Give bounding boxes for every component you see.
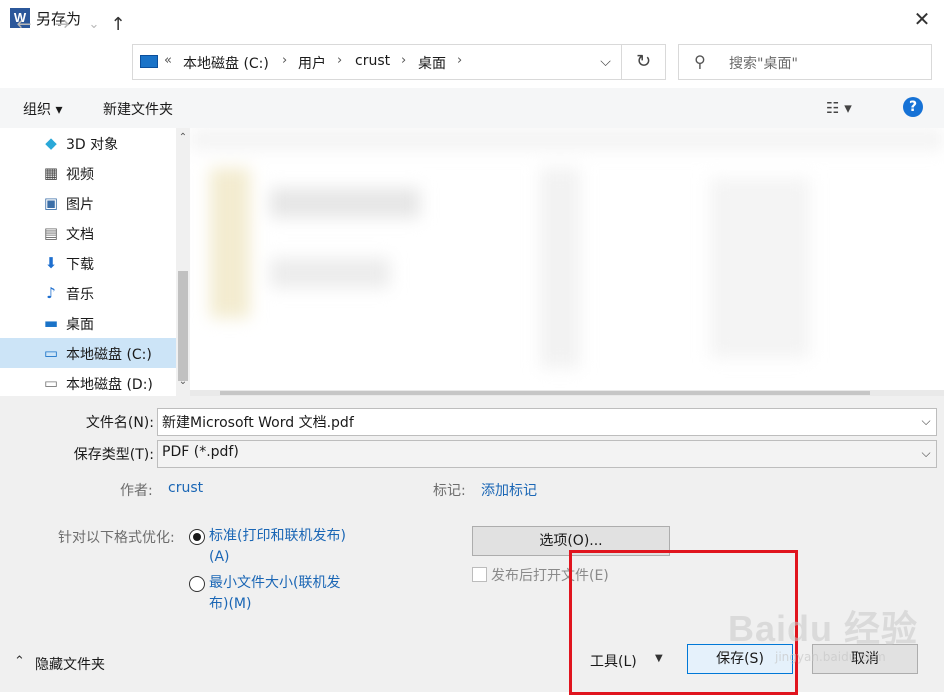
breadcrumb-item-desktop[interactable]: 桌面 (418, 53, 446, 73)
breadcrumb-item-crust[interactable]: crust (355, 53, 390, 69)
search-placeholder: 搜索"桌面" (729, 56, 798, 72)
sidebar-item[interactable]: ▬ 桌面 (0, 308, 176, 338)
navigation-pane: ◆ 3D 对象 ▦ 视频 ▣ 图片 ▤ 文档 ⬇ 下载 ♪ 音乐 ▬ 桌面 ▭ 本地磁盘 (C:) ▭ 本地磁盘 … (0, 128, 176, 396)
filetype-select[interactable] (157, 440, 937, 468)
open-after-publish-checkbox[interactable] (472, 567, 487, 582)
sidebar-item-label: 图片 (66, 197, 94, 213)
sidebar-item[interactable]: ▤ 文档 (0, 218, 176, 248)
breadcrumb-separator-icon[interactable]: › (282, 53, 287, 68)
document-icon: ▤ (43, 224, 59, 242)
sidebar-item-label: 文档 (66, 227, 94, 243)
watermark-url: jingyan.baidu.com (775, 650, 886, 664)
search-icon: ⚲ (694, 52, 706, 71)
scrollbar-thumb[interactable] (220, 391, 870, 395)
organize-menu-button[interactable]: 组织 ▾ (23, 99, 62, 119)
sidebar-item[interactable]: ▭ 本地磁盘 (C:) (0, 338, 176, 368)
radio-standard[interactable] (189, 529, 205, 545)
sidebar-item-label: 3D 对象 (66, 137, 119, 153)
sidebar-item[interactable]: ◆ 3D 对象 (0, 128, 176, 158)
drive-icon: ▭ (43, 374, 59, 392)
optimize-for-label: 针对以下格式优化: (58, 530, 175, 546)
filetype-dropdown-icon[interactable]: ⌵ (916, 446, 936, 461)
navigation-pane-scrollbar[interactable]: ⌃ ⌄ (176, 128, 190, 396)
breadcrumb-separator-icon[interactable]: › (337, 53, 342, 68)
sidebar-item-label: 音乐 (66, 287, 94, 303)
help-icon[interactable]: ? (903, 97, 923, 117)
file-list-blurred[interactable] (190, 128, 944, 396)
music-note-icon: ♪ (46, 284, 56, 302)
windows-drive-icon: ▭ (43, 344, 59, 362)
cube-icon: ◆ (45, 134, 57, 152)
option-standard-line2[interactable]: (A) (209, 546, 230, 568)
forward-arrow-icon[interactable]: → (50, 12, 74, 38)
title-bar (0, 0, 944, 38)
tags-label: 标记: (433, 483, 466, 499)
breadcrumb-item-users[interactable]: 用户 (298, 53, 326, 73)
computer-icon (140, 55, 158, 68)
search-input[interactable] (678, 44, 932, 80)
breadcrumb-separator-icon[interactable]: › (401, 53, 406, 68)
filename-value[interactable]: 新建Microsoft Word 文档.pdf (162, 412, 354, 432)
scroll-up-icon[interactable]: ⌃ (176, 132, 190, 143)
breadcrumb-overflow-icon[interactable]: « (164, 53, 172, 68)
desktop-icon: ▬ (43, 314, 59, 332)
sidebar-item-label: 视频 (66, 167, 94, 183)
option-minimum-line1[interactable]: 最小文件大小(联机发 (209, 572, 340, 594)
author-label: 作者: (120, 483, 153, 499)
filetype-label: 保存类型(T): (73, 447, 154, 463)
sidebar-item-label: 本地磁盘 (C:) (66, 347, 152, 363)
filename-dropdown-icon[interactable]: ⌵ (916, 414, 936, 429)
sidebar-item-label: 本地磁盘 (D:) (66, 377, 153, 393)
download-arrow-icon: ⬇ (44, 254, 58, 272)
breadcrumb-item-c-drive[interactable]: 本地磁盘 (C:) (183, 53, 269, 73)
sidebar-item-label: 桌面 (66, 317, 94, 333)
scrollbar-thumb[interactable] (178, 271, 188, 381)
view-options-icon[interactable]: ☷ ▾ (826, 99, 852, 117)
sidebar-item[interactable]: ♪ 音乐 (0, 278, 176, 308)
picture-icon: ▣ (43, 194, 59, 212)
hide-folders-button[interactable]: 隐藏文件夹 (35, 654, 105, 674)
baidu-watermark: Baidu 经验 (728, 608, 919, 649)
scroll-down-icon[interactable]: ⌄ (176, 376, 190, 387)
filetype-value[interactable]: PDF (*.pdf) (162, 444, 239, 460)
sidebar-item[interactable]: ▦ 视频 (0, 158, 176, 188)
sidebar-item-label: 下载 (66, 257, 94, 273)
sidebar-item[interactable]: ⬇ 下载 (0, 248, 176, 278)
option-minimum-line2[interactable]: 布)(M) (209, 593, 251, 615)
option-standard-line1[interactable]: 标准(打印和联机发布) (209, 525, 346, 547)
radio-minimum-size[interactable] (189, 576, 205, 592)
refresh-button[interactable]: ↻ (622, 44, 666, 80)
new-folder-button[interactable]: 新建文件夹 (103, 99, 173, 119)
hide-folders-chevron-icon[interactable]: ⌃ (14, 654, 25, 669)
film-icon: ▦ (43, 164, 59, 182)
breadcrumb-separator-icon[interactable]: › (457, 53, 462, 68)
up-arrow-icon[interactable]: ↑ (106, 12, 130, 38)
address-history-dropdown-icon[interactable]: ⌵ (589, 44, 622, 80)
sidebar-item[interactable]: ▣ 图片 (0, 188, 176, 218)
filename-label: 文件名(N): (85, 415, 154, 431)
sidebar-item[interactable]: ▭ 本地磁盘 (D:) (0, 368, 176, 398)
add-tags-link[interactable]: 添加标记 (481, 480, 537, 500)
close-button[interactable]: ✕ (904, 4, 940, 34)
author-value[interactable]: crust (168, 480, 203, 496)
back-arrow-icon[interactable]: ← (12, 12, 36, 38)
recent-locations-chevron-icon[interactable]: ⌄ (82, 12, 106, 38)
